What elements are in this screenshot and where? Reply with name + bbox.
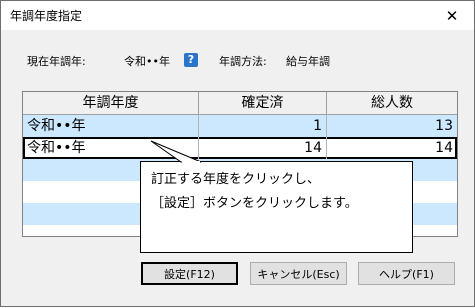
help-icon[interactable]: ? xyxy=(184,53,198,67)
method-label: 年調方法: xyxy=(219,55,267,68)
help-button[interactable]: ヘルプ(F1) xyxy=(358,262,455,285)
window-title: 年調年度指定 xyxy=(10,9,83,23)
cell-year: 令和••年 xyxy=(23,137,199,159)
cancel-button[interactable]: キャンセル(Esc) xyxy=(250,262,347,285)
current-year-value: 令和••年 xyxy=(124,55,170,68)
table-row-selected[interactable]: 令和••年 14 14 xyxy=(23,137,457,159)
method-value: 給与年調 xyxy=(286,55,330,68)
column-header-total[interactable]: 総人数 xyxy=(327,92,457,114)
cell-confirmed: 1 xyxy=(199,115,327,137)
cell-total: 13 xyxy=(435,118,453,134)
instruction-callout: 訂正する年度をクリックし、 ［設定］ボタンをクリックします。 xyxy=(140,161,413,253)
cell-confirmed: 14 xyxy=(199,137,327,159)
close-icon[interactable]: ✕ xyxy=(430,1,474,30)
cell-total: 14 xyxy=(435,140,453,156)
dialog-window: 年調年度指定 ✕ 現在年調年: 令和••年 ? 年調方法: 給与年調 年調年度 … xyxy=(0,0,475,307)
title-bar: 年調年度指定 ✕ xyxy=(1,1,474,30)
current-year-label: 現在年調年: xyxy=(27,55,86,68)
table-row[interactable]: 令和••年 1 13 xyxy=(23,115,457,137)
column-header-confirmed[interactable]: 確定済 xyxy=(199,92,327,114)
table-header: 年調年度 確定済 総人数 xyxy=(23,92,457,115)
settings-button[interactable]: 設定(F12) xyxy=(141,262,238,285)
cell-year: 令和••年 xyxy=(23,115,199,137)
callout-line-2: ［設定］ボタンをクリックします。 xyxy=(151,196,358,211)
callout-line-1: 訂正する年度をクリックし、 xyxy=(151,172,321,187)
column-header-year[interactable]: 年調年度 xyxy=(23,92,199,114)
